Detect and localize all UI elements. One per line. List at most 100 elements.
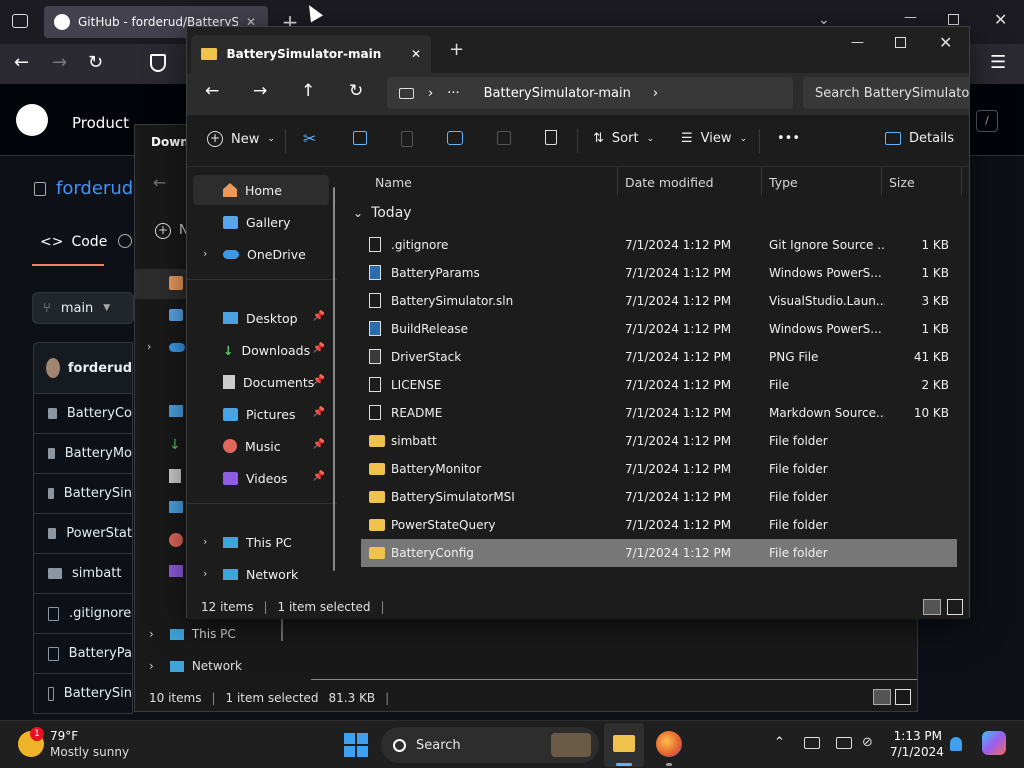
tiles-view-icon[interactable] [947,599,963,615]
repo-owner-link[interactable]: forderud [56,178,133,199]
weather-desc[interactable]: Mostly sunny [50,745,129,759]
pin-icon[interactable]: 📌 [313,471,325,482]
paste-icon[interactable] [401,131,413,147]
file-row[interactable]: .gitignore 7/1/2024 1:12 PM Git Ignore Sou… [361,231,957,259]
expand-chevron-icon[interactable]: › [147,340,151,353]
nav-item-documents[interactable]: Documents 📌 [193,367,329,397]
hamburger-menu-icon[interactable]: ☰ [990,52,1006,73]
column-header-name[interactable]: Name [375,175,412,190]
file-row[interactable]: simbatt 7/1/2024 1:12 PM File folder [361,427,957,455]
refresh-icon[interactable]: ↻ [349,81,363,101]
file-row[interactable]: BuildRelease 7/1/2024 1:12 PM Windows Powe… [361,315,957,343]
pin-icon[interactable]: 📌 [313,375,325,386]
firefox-icon[interactable] [656,731,682,757]
copilot-icon[interactable] [982,731,1006,755]
nav-item-music[interactable]: Music 📌 [193,431,329,461]
expand-chevron-icon[interactable]: › [203,535,207,548]
expand-chevron-icon[interactable]: › [203,567,207,580]
nav-item-home[interactable]: Home [193,175,329,205]
restore-browser-icon[interactable] [948,14,959,25]
taskbar-explorer-button[interactable] [604,723,644,767]
file-row[interactable]: BatteryMonitor 7/1/2024 1:12 PM File folde… [361,455,957,483]
share-icon[interactable] [497,131,511,145]
file-row[interactable]: BatteryConfig 7/1/2024 1:12 PM File folder [361,539,957,567]
group-header-today[interactable]: ⌄ Today [353,205,412,221]
minimize-icon[interactable]: — [851,35,864,50]
volume-muted-icon[interactable]: ⊘ [862,735,873,750]
search-shortcut-icon[interactable]: / [976,110,998,132]
sort-button[interactable]: ⇅ Sort ⌄ [593,131,654,146]
ellipsis-icon[interactable]: ··· [447,86,459,101]
pin-icon[interactable]: 📌 [313,311,325,322]
avatar[interactable] [46,358,60,378]
reload-icon[interactable]: ↻ [88,52,103,73]
file-row[interactable]: BatteryParams 7/1/2024 1:12 PM Windows Pow… [361,259,957,287]
column-divider[interactable] [617,167,618,195]
file-row[interactable]: LICENSE 7/1/2024 1:12 PM File 2 KB [361,371,957,399]
nav-item-desktop[interactable]: Desktop 📌 [193,303,329,333]
minimize-browser-icon[interactable]: — [904,10,917,25]
address-bar[interactable]: › ··· BatterySimulator-main › [387,77,793,109]
pin-icon[interactable]: 📌 [313,407,325,418]
nav-item-videos[interactable]: Videos 📌 [193,463,329,493]
branch-selector[interactable]: ⑂ main ▼ [32,292,134,324]
issues-icon[interactable] [118,234,132,248]
file-row[interactable]: BatteryMo [33,434,133,474]
close-tab-icon[interactable]: ✕ [411,47,421,61]
copy-icon[interactable] [353,131,367,145]
clock-date[interactable]: 7/1/2024 [890,745,944,759]
file-row[interactable]: BatterySin [33,474,133,514]
column-divider[interactable] [961,167,962,195]
expand-chevron-icon[interactable]: › [203,247,207,260]
file-row[interactable]: DriverStack 7/1/2024 1:12 PM PNG File 41 KB [361,343,957,371]
view-button[interactable]: ☰ View ⌄ [681,131,747,146]
tab-overview-icon[interactable] [12,14,28,28]
search-input[interactable]: Search BatterySimulator-main [803,77,969,109]
pin-icon[interactable]: 📌 [313,439,325,450]
column-divider[interactable] [881,167,882,195]
nav-item-downloads[interactable]: ↓ Downloads 📌 [193,335,329,365]
close-window-icon[interactable]: ✕ [939,33,952,52]
cut-icon[interactable]: ✂ [303,129,316,148]
notification-bell-icon[interactable] [950,737,962,751]
more-options-button[interactable]: ••• [777,131,800,146]
file-row[interactable]: README 7/1/2024 1:12 PM Markdown Source...… [361,399,957,427]
network-status-icon[interactable] [804,737,820,749]
pin-icon[interactable]: 📌 [313,343,325,354]
chevron-right-icon[interactable]: › [653,86,658,101]
new-tab-button[interactable]: + [449,39,464,60]
github-logo-icon[interactable] [16,104,48,136]
forward-arrow-icon[interactable]: → [52,52,67,73]
nav-scrollbar[interactable] [333,187,335,571]
rename-icon[interactable] [447,131,463,145]
nav-item-onedrive[interactable]: › OneDrive [193,239,329,269]
file-row[interactable]: BatterySimulatorMSI 7/1/2024 1:12 PM File … [361,483,957,511]
explorer-tab[interactable]: BatterySimulator-main ✕ [191,35,431,73]
back-nav-this-pc[interactable]: › This PC [149,627,236,641]
file-row[interactable]: BatteryCo [33,394,133,434]
commit-author[interactable]: forderud [68,361,132,376]
close-browser-icon[interactable]: ✕ [994,10,1007,29]
back-new-button[interactable]: + N [155,223,189,239]
forward-arrow-icon[interactable]: → [253,81,267,101]
maximize-icon[interactable] [895,37,906,48]
tiles-view-icon[interactable] [895,689,911,705]
file-row[interactable]: PowerStateQuery 7/1/2024 1:12 PM File fold… [361,511,957,539]
file-row[interactable]: simbatt [33,554,133,594]
column-divider[interactable] [761,167,762,195]
display-icon[interactable] [836,737,852,749]
product-menu[interactable]: Product [72,114,129,132]
nav-item-this-pc[interactable]: › This PC [193,527,329,557]
details-view-icon[interactable] [873,689,891,705]
taskbar-search[interactable]: Search [381,727,599,763]
nav-item-pictures[interactable]: Pictures 📌 [193,399,329,429]
file-explorer-window[interactable]: BatterySimulator-main ✕ + — ✕ ← → ↑ ↻ › … [186,26,970,619]
nav-item-gallery[interactable]: Gallery [193,207,329,237]
column-header-size[interactable]: Size [889,175,915,190]
nav-item-network[interactable]: › Network [193,559,329,589]
up-arrow-icon[interactable]: ↑ [301,81,315,101]
shield-icon[interactable] [150,54,166,72]
address-segment[interactable]: BatterySimulator-main [484,86,631,101]
chevron-up-icon[interactable]: ⌃ [774,735,785,750]
file-row[interactable]: BatterySin [33,674,133,714]
